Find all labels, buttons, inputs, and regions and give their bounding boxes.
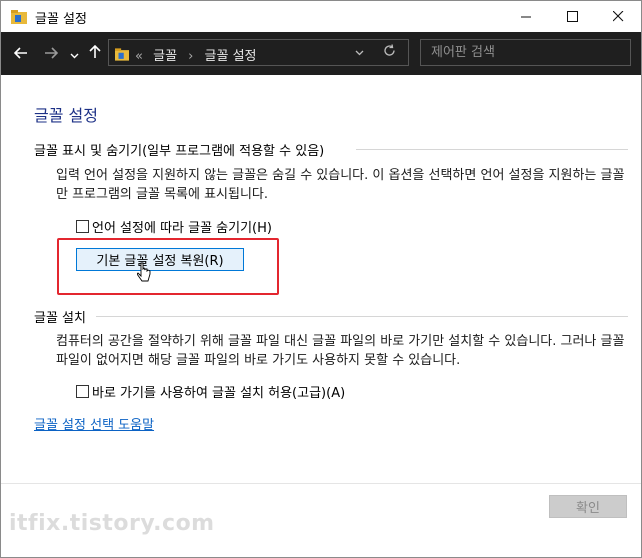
address-bar[interactable]: « 글꼴 › 글꼴 설정	[108, 39, 409, 66]
help-link[interactable]: 글꼴 설정 선택 도움말	[34, 414, 154, 433]
search-box[interactable]	[420, 39, 631, 66]
section-description-install: 컴퓨터의 공간을 절약하기 위해 글꼴 파일 대신 글꼴 파일의 바로 가기만 …	[56, 334, 625, 368]
maximize-icon	[566, 8, 578, 26]
font-settings-window: 글꼴 설정 « 글꼴 › 글꼴 설정 제어판 검색 글꼴 설정 글꼴 표시 및 …	[0, 0, 642, 558]
hide-fonts-label[interactable]: 언어 설정에 따라 글꼴 숨기기(H)	[92, 217, 272, 236]
page-title: 글꼴 설정	[34, 106, 98, 125]
title-bar: 글꼴 설정	[1, 1, 641, 32]
search-input[interactable]	[421, 40, 630, 65]
watermark: itfix.tistory.com	[9, 511, 215, 536]
ok-button: 확인	[549, 495, 627, 518]
minimize-icon	[520, 8, 532, 26]
folder-icon	[115, 46, 129, 61]
arrow-up-icon	[89, 44, 101, 63]
breadcrumb: « 글꼴 › 글꼴 설정	[135, 45, 257, 64]
section-title-show-hide: 글꼴 표시 및 숨기기(일부 프로그램에 적용할 수 있음)	[34, 144, 325, 159]
recent-locations-button[interactable]	[67, 43, 81, 63]
up-button[interactable]	[87, 43, 103, 63]
chevron-down-icon	[70, 44, 79, 63]
section-divider	[356, 149, 628, 150]
checkbox-box[interactable]	[76, 220, 89, 233]
breadcrumb-item-fonts[interactable]: 글꼴	[153, 49, 177, 64]
section-title-install: 글꼴 설치	[34, 311, 86, 326]
arrow-left-icon	[13, 44, 28, 63]
close-icon	[612, 8, 624, 26]
refresh-icon[interactable]	[383, 44, 396, 61]
mouse-cursor-icon	[136, 262, 151, 284]
footer-divider	[1, 483, 641, 484]
section-description-show-hide: 입력 언어 설정을 지원하지 않는 글꼴은 숨길 수 있습니다. 이 옵션을 선…	[56, 168, 625, 202]
section-divider	[96, 316, 628, 317]
folder-icon	[11, 9, 27, 24]
close-button[interactable]	[595, 1, 641, 32]
window-title: 글꼴 설정	[35, 12, 87, 27]
main-content: 글꼴 설정 글꼴 표시 및 숨기기(일부 프로그램에 적용할 수 있음) 입력 …	[1, 75, 641, 557]
breadcrumb-item-font-settings[interactable]: 글꼴 설정	[205, 49, 257, 64]
forward-button[interactable]	[41, 43, 61, 63]
address-dropdown-icon[interactable]	[355, 46, 364, 59]
hide-fonts-checkbox[interactable]: 언어 설정에 따라 글꼴 숨기기(H)	[76, 217, 272, 236]
checkbox-box[interactable]	[76, 385, 89, 398]
breadcrumb-overflow[interactable]: «	[135, 49, 143, 64]
restore-default-fonts-button[interactable]: 기본 글꼴 설정 복원(R)	[76, 248, 244, 271]
breadcrumb-separator: ›	[188, 49, 194, 64]
allow-shortcut-install-label[interactable]: 바로 가기를 사용하여 글꼴 설치 허용(고급)(A)	[92, 382, 345, 401]
back-button[interactable]	[11, 43, 31, 63]
minimize-button[interactable]	[503, 1, 549, 32]
arrow-right-icon	[44, 44, 59, 63]
maximize-button[interactable]	[549, 1, 595, 32]
allow-shortcut-install-checkbox[interactable]: 바로 가기를 사용하여 글꼴 설치 허용(고급)(A)	[76, 382, 345, 401]
